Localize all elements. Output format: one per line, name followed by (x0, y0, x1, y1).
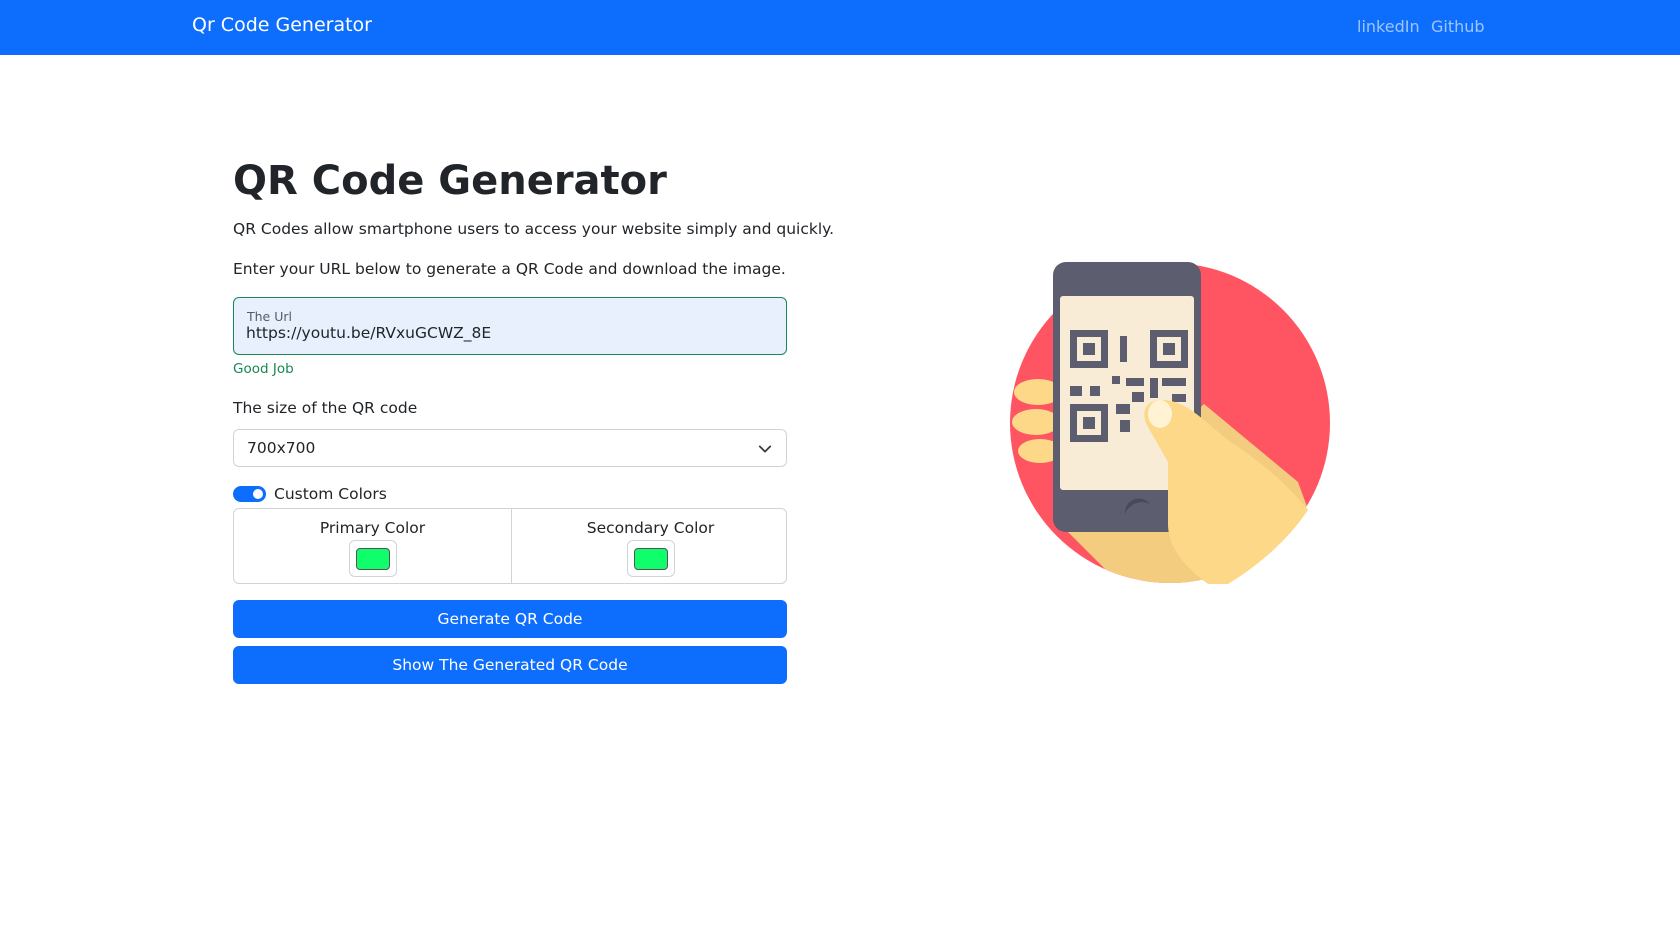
toggle-knob (253, 489, 263, 499)
show-qr-button[interactable]: Show The Generated QR Code (233, 646, 787, 684)
chevron-down-icon (758, 445, 772, 453)
secondary-color-swatch (633, 548, 668, 570)
url-valid-feedback: Good Job (233, 361, 294, 377)
color-picker-panel: Primary Color Secondary Color (233, 508, 787, 584)
url-input[interactable] (246, 324, 766, 342)
instruction-text: Enter your URL below to generate a QR Co… (233, 260, 786, 278)
navbar: Qr Code Generator linkedIn Github (0, 0, 1680, 55)
generate-qr-button[interactable]: Generate QR Code (233, 600, 787, 638)
description-text: QR Codes allow smartphone users to acces… (233, 220, 835, 238)
size-select[interactable]: 700x700 (233, 429, 787, 467)
secondary-color-cell: Secondary Color (512, 509, 789, 583)
nav-link-github[interactable]: Github (1431, 17, 1485, 36)
custom-colors-label[interactable]: Custom Colors (274, 485, 387, 503)
size-select-value: 700x700 (247, 439, 316, 457)
phone-qr-scan-illustration (1010, 262, 1330, 584)
primary-color-swatch (355, 548, 390, 570)
primary-color-cell: Primary Color (234, 509, 511, 583)
page-title: QR Code Generator (233, 158, 667, 204)
navbar-brand[interactable]: Qr Code Generator (192, 14, 372, 36)
url-field-label: The Url (247, 309, 292, 324)
size-label: The size of the QR code (233, 399, 418, 417)
nav-link-linkedin[interactable]: linkedIn (1357, 17, 1420, 36)
primary-color-label: Primary Color (319, 519, 426, 537)
secondary-color-picker[interactable] (626, 540, 675, 577)
custom-colors-toggle[interactable] (233, 486, 266, 502)
url-field[interactable]: The Url (233, 297, 787, 355)
secondary-color-label: Secondary Color (586, 519, 715, 537)
primary-color-picker[interactable] (348, 540, 397, 577)
